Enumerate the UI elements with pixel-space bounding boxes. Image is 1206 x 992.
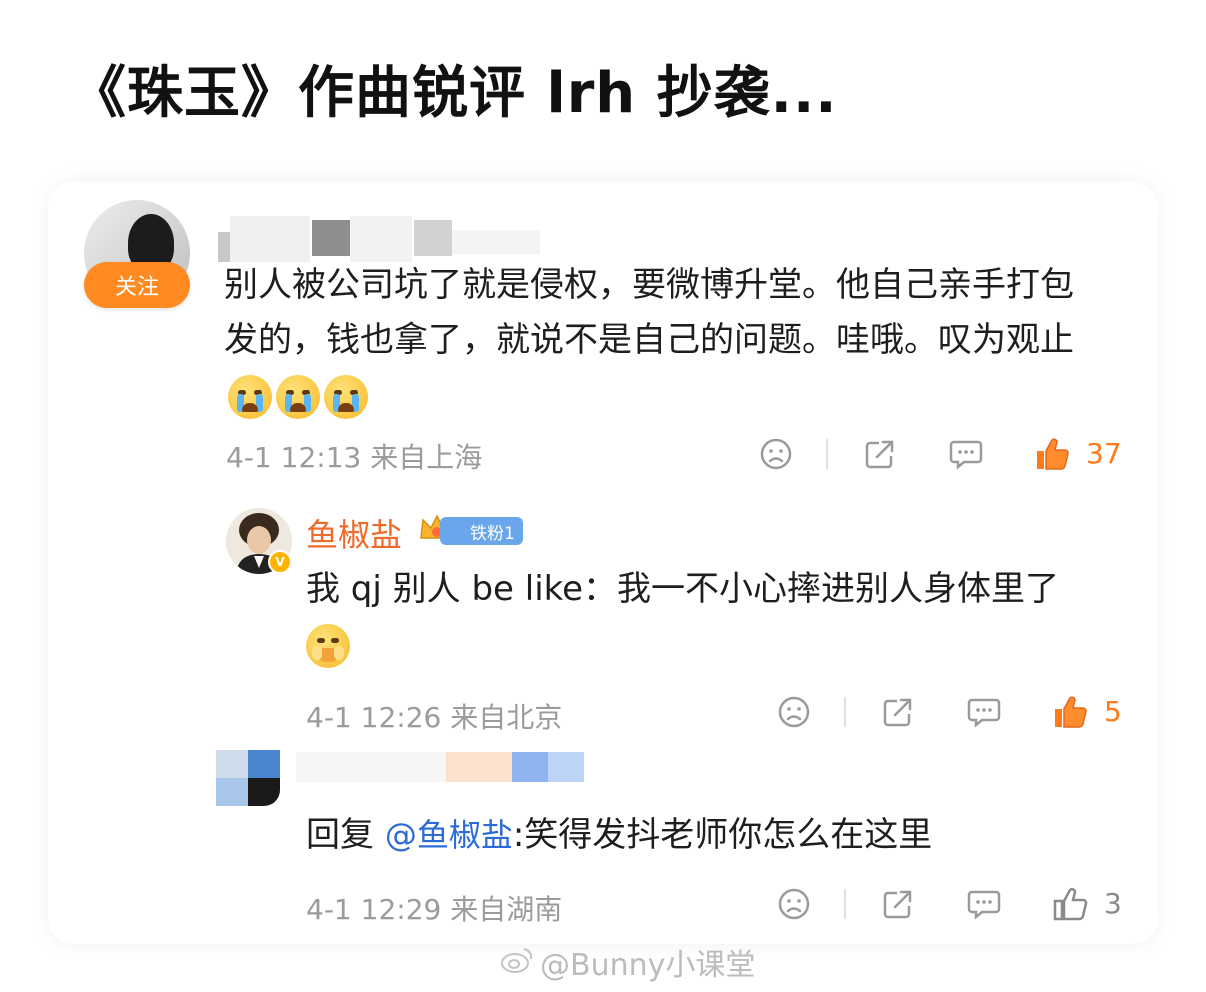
mention-link[interactable]: @鱼椒盐 xyxy=(385,816,513,854)
reply2-text: :笑得发抖老师你怎么在这里 xyxy=(512,815,933,855)
page-headline: 《珠玉》作曲锐评 lrh 抄袭... xyxy=(70,61,838,126)
reply-meta: 4-1 12:26 来自北京 xyxy=(306,701,563,734)
comment-text: 别人被公司坑了就是侵权，要微博升堂。他自己亲手打包发的，钱也拿了，就说不是自己的… xyxy=(224,265,1074,360)
crying-emoji-icon xyxy=(324,374,368,419)
reply-username[interactable]: 鱼椒盐 xyxy=(306,510,402,556)
like-count: 37 xyxy=(1086,437,1122,470)
thumbs-up-icon[interactable] xyxy=(1050,884,1090,924)
share-icon[interactable] xyxy=(860,434,900,474)
divider xyxy=(844,697,846,727)
share-icon[interactable] xyxy=(878,884,918,924)
watermark: @Bunny小课堂 xyxy=(540,940,755,984)
reply-prefix: 回复 xyxy=(306,815,374,855)
weibo-logo-icon xyxy=(500,946,534,974)
comment-meta: 4-1 12:13 来自上海 xyxy=(226,441,483,474)
sad-face-icon[interactable] xyxy=(774,884,814,924)
sad-face-icon[interactable] xyxy=(756,434,796,474)
crying-emoji-icon xyxy=(228,374,272,419)
comment-icon[interactable] xyxy=(964,884,1004,924)
reply-text: 我 qj 别人 be like：我一不小心摔进别人身体里了 xyxy=(306,569,1060,609)
fan-level-badge: 铁粉1 xyxy=(440,517,523,545)
reply-body: 我 qj 别人 be like：我一不小心摔进别人身体里了 xyxy=(306,562,1126,672)
thumbs-up-icon[interactable] xyxy=(1050,692,1090,732)
like-count: 5 xyxy=(1104,695,1122,728)
reply2-body: 回复 @鱼椒盐:笑得发抖老师你怎么在这里 xyxy=(306,808,1106,863)
crying-emoji-icon xyxy=(276,374,320,419)
watermark-text: @Bunny小课堂 xyxy=(540,948,756,983)
divider xyxy=(826,439,828,469)
share-icon[interactable] xyxy=(878,692,918,732)
sad-face-icon[interactable] xyxy=(774,692,814,732)
verified-badge-icon: V xyxy=(268,550,292,574)
divider xyxy=(844,889,846,919)
reply2-actions: 3 xyxy=(774,884,1134,924)
thumbs-up-icon[interactable] xyxy=(1032,434,1072,474)
like-count: 3 xyxy=(1104,887,1122,920)
fan-badge-label: 铁粉1 xyxy=(470,523,515,544)
comment-actions: 37 xyxy=(756,434,1136,474)
worried-emoji-icon xyxy=(306,623,350,668)
comment-body: 别人被公司坑了就是侵权，要微博升堂。他自己亲手打包发的，钱也拿了，就说不是自己的… xyxy=(224,258,1104,423)
comment-icon[interactable] xyxy=(964,692,1004,732)
follow-button[interactable]: 关注 xyxy=(84,262,190,308)
comment-icon[interactable] xyxy=(946,434,986,474)
reply2-meta: 4-1 12:29 来自湖南 xyxy=(306,893,563,926)
reply-actions: 5 xyxy=(774,692,1134,732)
